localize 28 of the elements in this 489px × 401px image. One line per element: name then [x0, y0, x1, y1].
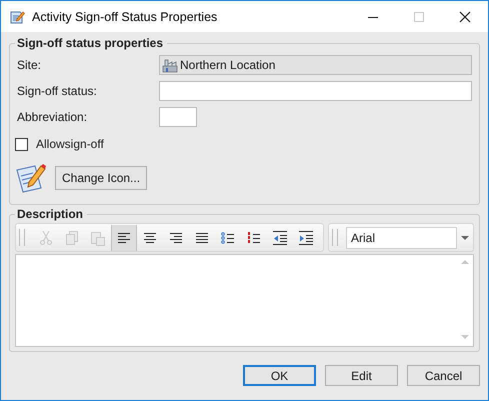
- group-title: Description: [16, 207, 84, 221]
- group-title: Sign-off status properties: [16, 36, 164, 50]
- building-icon: [162, 57, 178, 73]
- dialog-button[interactable]: Cancel: [407, 365, 480, 386]
- copy-icon: [64, 230, 80, 246]
- outdent-icon: [272, 230, 288, 246]
- status-field[interactable]: [159, 81, 472, 101]
- close-icon[interactable]: [459, 10, 471, 22]
- dialog-button[interactable]: Edit: [325, 365, 398, 386]
- field-label: Sign-off status:: [16, 84, 98, 98]
- site-field[interactable]: Northern Location: [159, 55, 472, 75]
- toolbar-button[interactable]: [111, 224, 137, 250]
- notepad-icon: [15, 162, 47, 194]
- checkbox[interactable]: [15, 138, 28, 150]
- window-title: Activity Sign-off Status Properties: [32, 10, 218, 24]
- scissors-icon: [38, 230, 54, 246]
- bullet-list-icon: [220, 230, 236, 246]
- numbered-list-icon: [246, 230, 262, 246]
- field-label: Abbreviation:: [16, 110, 88, 124]
- ok-button[interactable]: OK: [243, 365, 316, 386]
- indent-icon: [298, 230, 314, 246]
- abbreviation-field[interactable]: [159, 107, 197, 127]
- change-icon-button[interactable]: Change Icon...: [55, 166, 148, 190]
- dropdown-arrow-icon: [461, 236, 469, 240]
- notepad-icon: [9, 8, 25, 24]
- paste-icon: [90, 230, 106, 246]
- checkbox-label[interactable]: Allowsign-off: [36, 137, 104, 151]
- field-label: Site:: [16, 58, 42, 72]
